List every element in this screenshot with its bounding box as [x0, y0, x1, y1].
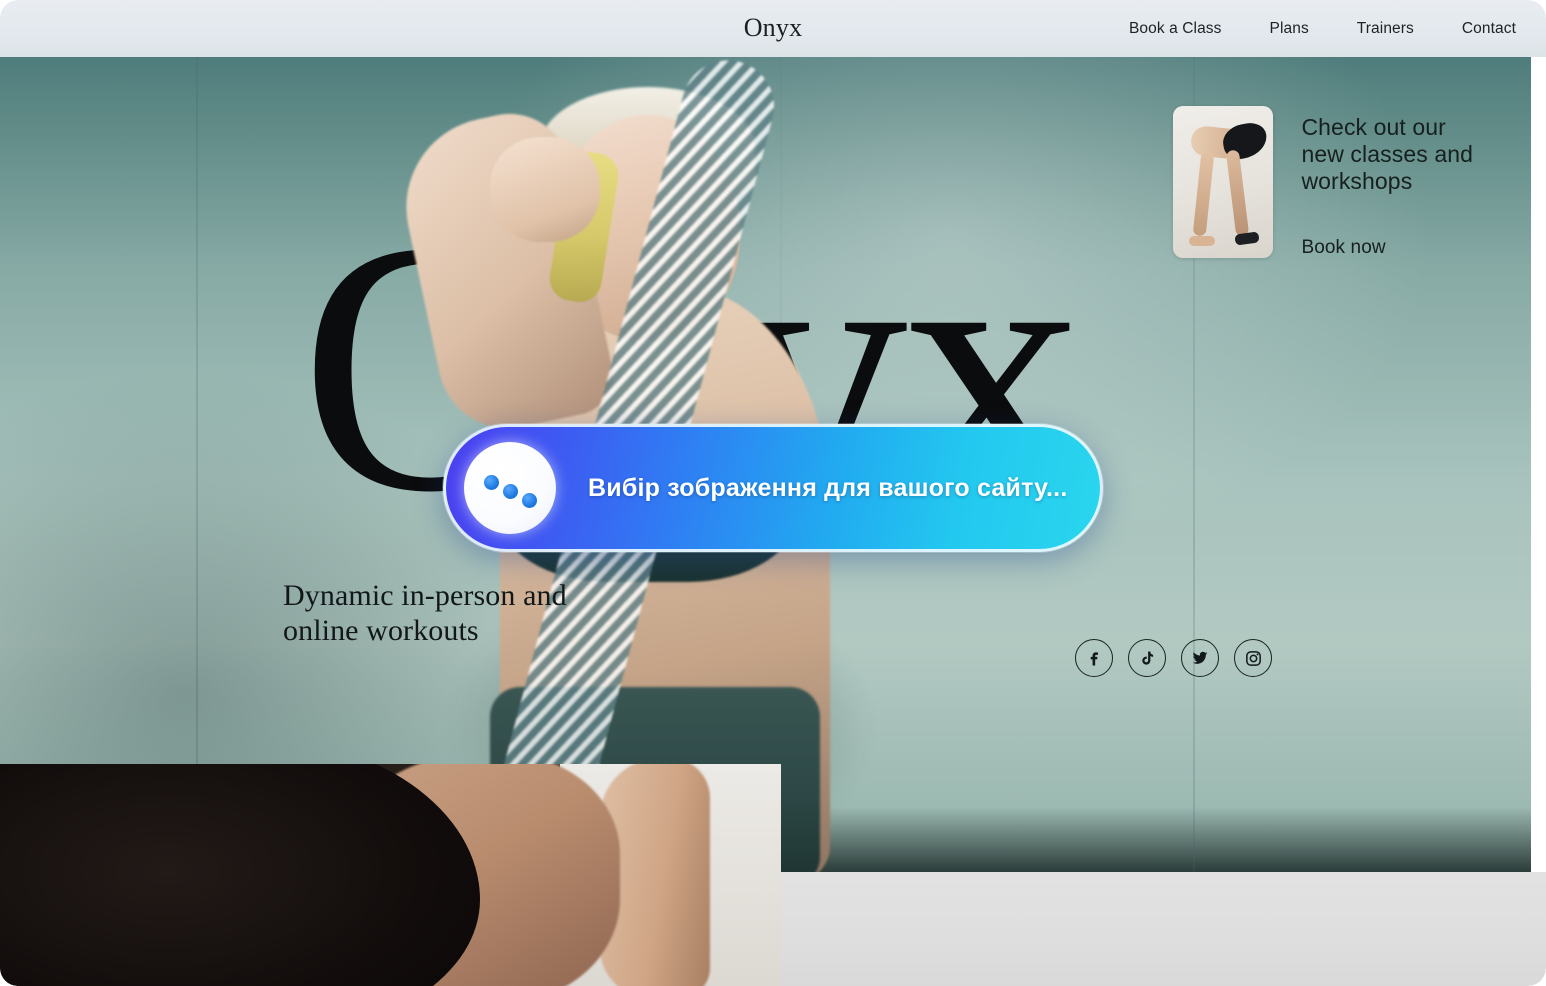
dot-1 — [484, 475, 499, 490]
assistant-status-pill[interactable]: Вибір зображення для вашого сайту... — [443, 424, 1103, 552]
website-preview-frame: Onyx Book a Class Plans Trainers Contact… — [0, 0, 1546, 986]
promo-card[interactable]: Check out our new classes and workshops … — [1173, 106, 1473, 259]
nav-item-contact[interactable]: Contact — [1462, 20, 1516, 38]
three-dots-icon — [464, 442, 556, 534]
nav-item-book-a-class[interactable]: Book a Class — [1129, 20, 1222, 38]
promo-headline: Check out our new classes and workshops — [1301, 114, 1473, 195]
instagram-icon[interactable] — [1234, 639, 1272, 677]
assistant-status-message: Вибір зображення для вашого сайту... — [588, 473, 1068, 502]
promo-text-block: Check out our new classes and workshops … — [1301, 106, 1473, 259]
site-header: Onyx Book a Class Plans Trainers Contact — [0, 0, 1546, 57]
bottom-content-panel — [781, 872, 1546, 986]
twitter-icon[interactable] — [1181, 639, 1219, 677]
athlete-fist — [490, 137, 600, 242]
promo-thumb-foot — [1234, 231, 1261, 246]
promo-book-now-link[interactable]: Book now — [1301, 237, 1473, 259]
dot-3 — [522, 493, 537, 508]
secondary-photo — [0, 764, 781, 986]
dot-2 — [503, 484, 518, 499]
hero-right-margin — [1531, 57, 1546, 872]
promo-thumb-leg-left — [1193, 151, 1215, 237]
secondary-photo-hair — [0, 764, 480, 986]
promo-thumbnail-image — [1173, 106, 1274, 258]
promo-thumb-leg-right — [1226, 149, 1250, 237]
social-links — [1075, 639, 1272, 677]
nav-item-plans[interactable]: Plans — [1270, 20, 1309, 38]
nav-item-trainers[interactable]: Trainers — [1357, 20, 1414, 38]
main-navigation: Book a Class Plans Trainers Contact — [1129, 20, 1516, 38]
facebook-icon[interactable] — [1075, 639, 1113, 677]
brand-logo[interactable]: Onyx — [744, 13, 803, 43]
tiktok-icon[interactable] — [1128, 639, 1166, 677]
hero-tagline: Dynamic in-person and online workouts — [283, 579, 567, 648]
promo-thumb-hand — [1189, 236, 1216, 246]
